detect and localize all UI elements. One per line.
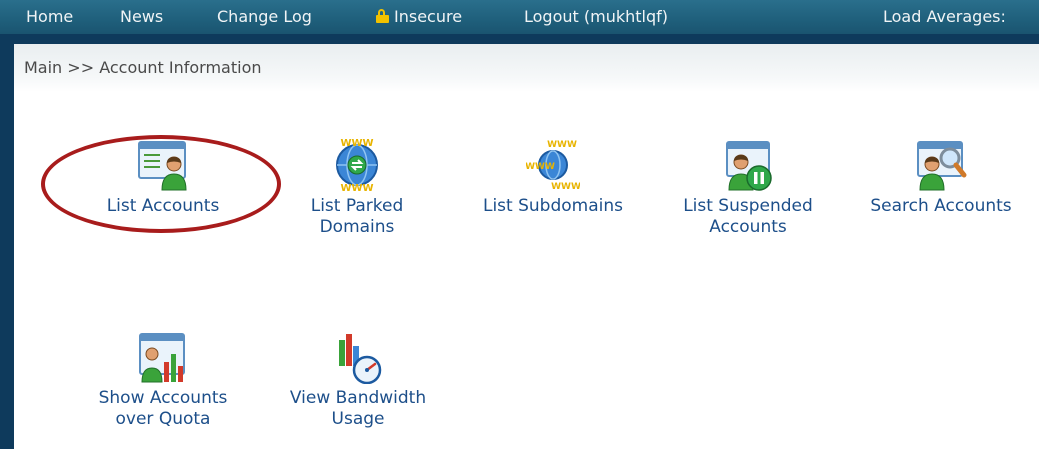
list-accounts-icon (138, 141, 187, 191)
load-averages-label: Load Averages: (883, 7, 1006, 26)
svg-text:WWW: WWW (340, 138, 373, 149)
nav-news-link[interactable]: News (120, 7, 163, 26)
svg-text:WWW: WWW (526, 162, 555, 172)
accounts-over-quota-icon (139, 333, 185, 383)
tile-list-subdomains[interactable]: WWW WWW WWW List Subdomains (471, 138, 635, 217)
breadcrumb-current: Account Information (99, 58, 262, 77)
tile-show-accounts-over-quota[interactable]: Show Accounts over Quota (88, 330, 238, 430)
tile-label: Search Accounts (870, 196, 1012, 216)
tile-list-suspended-accounts[interactable]: List Suspended Accounts (669, 138, 827, 238)
breadcrumb-main-link[interactable]: Main (24, 58, 62, 77)
tile-view-bandwidth-usage[interactable]: View Bandwidth Usage (278, 330, 438, 430)
www-subdomains-icon: WWW WWW WWW (526, 140, 580, 192)
bandwidth-usage-icon (339, 334, 382, 384)
www-parked-domains-icon: WWW WWW (336, 138, 378, 192)
nav-insecure-label: Insecure (394, 7, 463, 26)
app-frame: Home News Change Log Insecure Logout (mu… (0, 0, 1039, 449)
breadcrumb-separator: >> (67, 58, 95, 77)
tile-label: View Bandwidth Usage (289, 388, 427, 429)
nav-home-link[interactable]: Home (26, 7, 73, 26)
tile-label: Show Accounts over Quota (98, 388, 228, 429)
lock-icon (376, 9, 389, 23)
search-accounts-icon (917, 141, 967, 191)
svg-text:WWW: WWW (551, 182, 580, 192)
tile-label: List Parked Domains (310, 196, 404, 237)
breadcrumb: Main >> Account Information (14, 44, 1039, 92)
svg-text:WWW: WWW (547, 140, 577, 150)
nav-logout-link[interactable]: Logout (mukhtlqf) (524, 7, 668, 26)
tile-label: List Subdomains (482, 196, 623, 216)
tile-list-accounts[interactable]: List Accounts (88, 138, 238, 217)
nav-change-log-link[interactable]: Change Log (217, 7, 312, 26)
tile-label: List Accounts (106, 196, 220, 216)
tile-search-accounts[interactable]: Search Accounts (859, 138, 1023, 217)
nav-insecure-link[interactable]: Insecure (376, 7, 462, 26)
tile-list-parked-domains[interactable]: WWW WWW List Parked Domains (282, 138, 432, 238)
tile-label: List Suspended Accounts (683, 196, 813, 237)
suspended-accounts-icon (726, 141, 772, 191)
top-navigation-bar: Home News Change Log Insecure Logout (mu… (0, 0, 1039, 34)
svg-text:WWW: WWW (340, 183, 373, 192)
